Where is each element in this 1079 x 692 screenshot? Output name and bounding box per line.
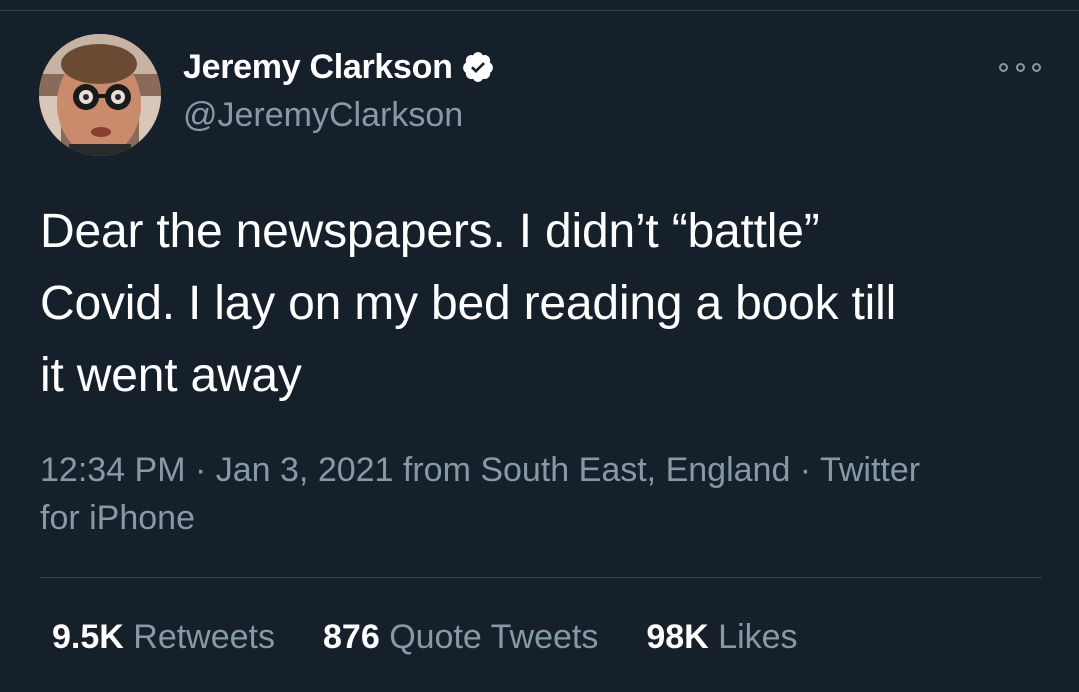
user-handle[interactable]: @JeremyClarkson: [183, 96, 463, 135]
retweets-label: Retweets: [123, 618, 276, 656]
tweet-metadata: 12:34 PM · Jan 3, 2021 from South East, …: [40, 446, 1040, 542]
verified-badge-icon: [461, 50, 495, 84]
tweet-text-line: it went away: [40, 349, 302, 402]
tweet-text: Dear the newspapers. I didn’t “battle” C…: [40, 196, 1040, 412]
more-options-icon[interactable]: [999, 56, 1041, 78]
likes-count: 98K: [646, 618, 709, 656]
likes-stat[interactable]: 98K Likes: [646, 618, 797, 657]
tweet-text-line: Covid. I lay on my bed reading a book ti…: [40, 277, 897, 330]
tweet-text-line: Dear the newspapers. I didn’t “battle”: [40, 205, 820, 258]
display-name[interactable]: Jeremy Clarkson: [183, 48, 453, 87]
avatar[interactable]: [39, 34, 161, 156]
tweet-source-continued[interactable]: for iPhone: [40, 499, 195, 537]
name-row: Jeremy Clarkson: [183, 46, 495, 88]
retweets-count: 9.5K: [52, 618, 124, 656]
tweet-date[interactable]: Jan 3, 2021: [216, 451, 394, 489]
tweet-source[interactable]: Twitter: [820, 451, 920, 489]
separator-dot: ·: [790, 451, 820, 489]
profile-photo-icon: [39, 34, 161, 156]
tweet-stats: 9.5K Retweets 876 Quote Tweets 98K Likes: [52, 618, 846, 657]
separator-dot: ·: [185, 451, 216, 489]
retweets-stat[interactable]: 9.5K Retweets: [52, 618, 275, 657]
tweet-location: from South East, England: [393, 451, 791, 489]
tweet-time[interactable]: 12:34 PM: [40, 451, 186, 489]
divider: [40, 577, 1042, 578]
quote-tweets-label: Quote Tweets: [379, 618, 599, 656]
quote-tweets-count: 876: [323, 618, 380, 656]
likes-label: Likes: [708, 618, 798, 656]
quote-tweets-stat[interactable]: 876 Quote Tweets: [323, 618, 598, 657]
tweet-detail: Jeremy Clarkson @JeremyClarkson Dear the…: [0, 0, 1079, 692]
